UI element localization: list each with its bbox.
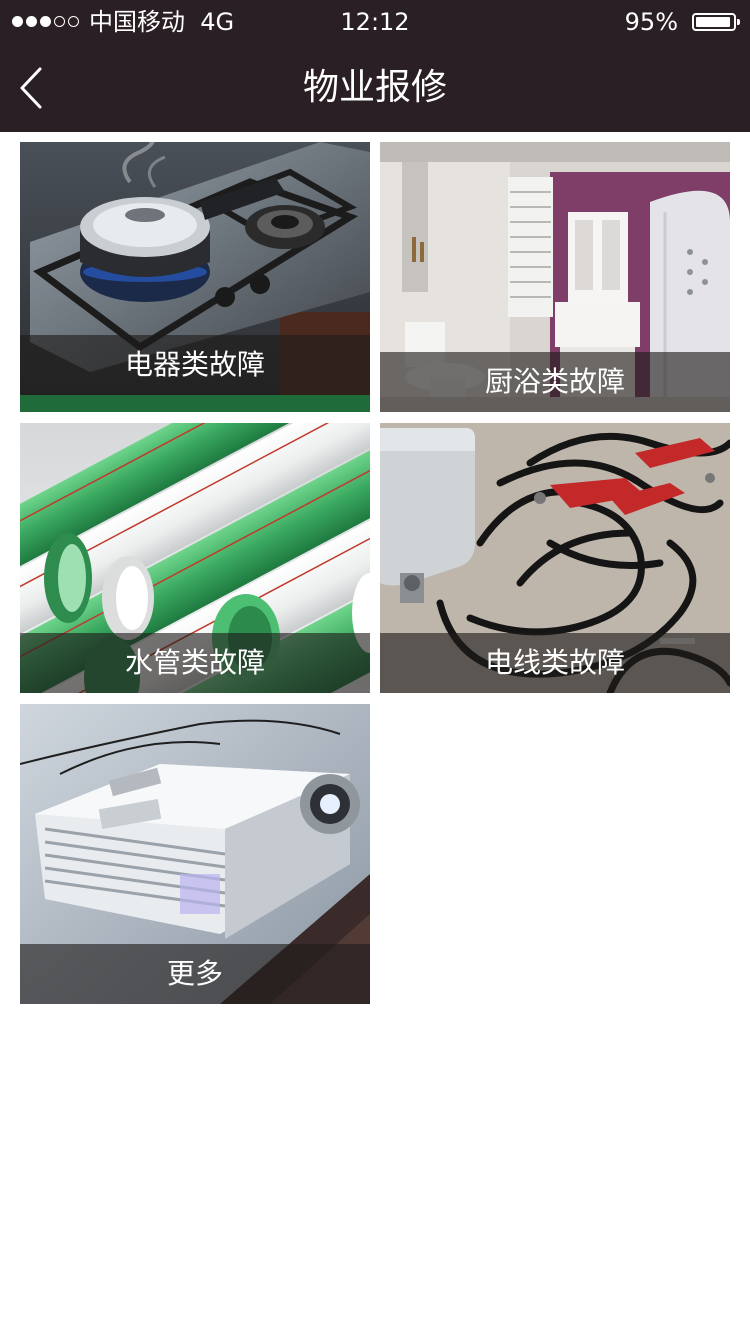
battery-icon [692, 13, 740, 31]
category-label: 电器类故障 [20, 335, 370, 395]
category-label: 更多 [20, 944, 370, 1004]
status-bar: 中国移动 4G 12:12 95% [0, 0, 750, 44]
category-tile-wiring[interactable]: 电线类故障 [380, 423, 730, 693]
category-tile-plumbing[interactable]: 水管类故障 [20, 423, 370, 693]
navigation-bar: 物业报修 [0, 44, 750, 132]
battery-fill [696, 17, 730, 27]
category-tile-more[interactable]: 更多 [20, 704, 370, 1004]
category-label: 电线类故障 [380, 633, 730, 693]
category-label: 厨浴类故障 [380, 352, 730, 412]
page-title: 物业报修 [302, 67, 447, 108]
battery-percent: 95% [624, 8, 678, 36]
category-label: 水管类故障 [20, 633, 370, 693]
category-tile-bathroom[interactable]: 厨浴类故障 [380, 142, 730, 412]
category-tile-electrical[interactable]: 电器类故障 [20, 142, 370, 412]
